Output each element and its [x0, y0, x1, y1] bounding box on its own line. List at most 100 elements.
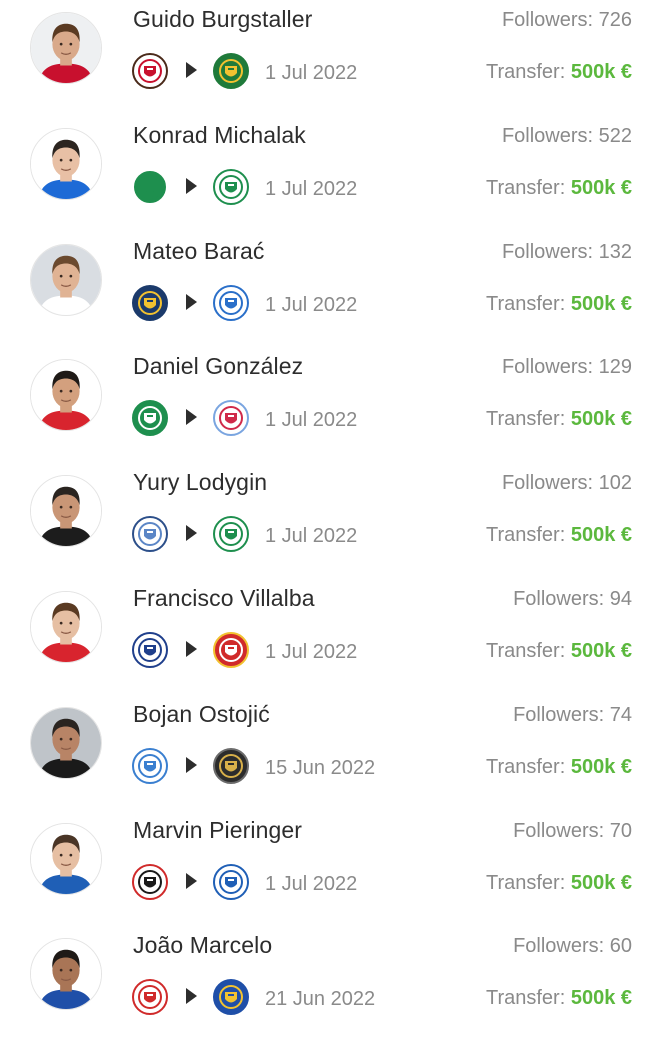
transfer-label: Transfer:	[485, 640, 566, 662]
transfer-label: Transfer:	[485, 987, 566, 1010]
player-row[interactable]: Marvin Pieringer Followers: 70 1 Jul 2022 T…	[0, 811, 662, 927]
transfer-fee: 500k €	[570, 61, 632, 83]
transfer-date: 1 Jul 2022	[265, 872, 358, 895]
pas-giannina-crest-icon	[131, 515, 169, 553]
transfer-arrow-icon	[186, 872, 197, 889]
player-name: Mateo Barać	[133, 237, 265, 264]
transfer-arrow-icon	[186, 293, 197, 310]
transfer-date: 1 Jul 2022	[265, 177, 358, 200]
transfer-arrow-icon	[186, 409, 197, 426]
transfer-label: Transfer:	[485, 61, 566, 83]
followers-count: Followers: 94	[513, 588, 632, 610]
player-name: Guido Burgstaller	[133, 6, 313, 32]
player-row[interactable]: Francisco Villalba Followers: 94 1 Jul 202…	[0, 579, 662, 695]
followers-count: Followers: 522	[501, 124, 632, 147]
player-avatar[interactable]	[30, 127, 102, 200]
player-name: Bojan Ostojić	[133, 700, 270, 727]
transfer-fee: 500k €	[570, 640, 632, 662]
transfer-fee-line: Transfer: 500k €	[486, 756, 632, 779]
player-avatar[interactable]	[30, 12, 102, 84]
transfer-fee: 500k €	[570, 176, 632, 199]
player-row[interactable]: Konrad Michalak Followers: 522 1 Jul 2022 T…	[0, 116, 662, 232]
schalke-crest-icon	[212, 863, 250, 901]
transfer-arrow-icon	[186, 641, 197, 657]
transfer-fee-line: Transfer: 500k €	[486, 524, 632, 547]
santiago-wanderers-crest-icon	[131, 399, 169, 437]
player-name: Marvin Pieringer	[133, 816, 303, 843]
player-transfer-list: Guido Burgstaller Followers: 726 1 Jul 202…	[0, 0, 662, 1033]
followers-count: Followers: 60	[513, 935, 632, 958]
panathinaikos-crest-icon	[212, 515, 250, 553]
transfer-date: 1 Jul 2022	[265, 293, 358, 316]
ferroviario-crest-icon	[131, 978, 169, 1016]
player-name: Francisco Villalba	[133, 585, 315, 611]
transfer-fee-line: Transfer: 500k €	[486, 293, 632, 316]
transfer-date: 1 Jul 2022	[265, 525, 358, 548]
buriram-crest-icon	[131, 747, 169, 785]
transfer-date: 15 Jun 2022	[265, 756, 376, 779]
transfer-arrow-icon	[186, 62, 197, 78]
transfer-fee: 500k €	[570, 755, 632, 778]
followers-count: Followers: 70	[513, 819, 632, 842]
kawasaki-frontale-crest-icon	[212, 747, 250, 785]
rayo-crest-icon	[212, 399, 250, 437]
transfer-fee-line: Transfer: 500k €	[486, 640, 632, 663]
player-row[interactable]: Daniel González Followers: 129 1 Jul 2022 T…	[0, 347, 662, 463]
player-row[interactable]: Bojan Ostojić Followers: 74 15 Jun 2022 Tra…	[0, 695, 662, 811]
transfer-arrow-icon	[186, 525, 197, 542]
transfer-fee: 500k €	[570, 524, 632, 547]
transfer-fee-line: Transfer: 500k €	[486, 177, 632, 200]
transfer-label: Transfer:	[485, 408, 566, 431]
transfer-fee: 500k €	[570, 871, 632, 894]
krylia-sovetov-crest-icon	[212, 284, 250, 322]
player-name: Yury Lodygin	[133, 469, 268, 496]
transfer-fee-line: Transfer: 500k €	[486, 872, 632, 895]
player-avatar[interactable]	[30, 359, 102, 432]
rostov-crest-icon	[131, 284, 169, 322]
transfer-arrow-icon	[186, 177, 197, 194]
player-row[interactable]: João Marcelo Followers: 60 21 Jun 2022 Tran…	[0, 926, 662, 1042]
player-row[interactable]: Guido Burgstaller Followers: 726 1 Jul 202…	[0, 0, 662, 116]
transfer-date: 1 Jul 2022	[265, 62, 358, 84]
followers-count: Followers: 74	[513, 703, 632, 726]
transfer-fee-line: Transfer: 500k €	[486, 61, 632, 84]
player-name: Daniel González	[133, 353, 304, 380]
transfer-label: Transfer:	[485, 524, 566, 547]
player-row[interactable]: Yury Lodygin Followers: 102 1 Jul 2022 Tran…	[0, 463, 662, 579]
transfer-fee: 500k €	[570, 987, 632, 1010]
followers-count: Followers: 132	[501, 240, 632, 263]
player-avatar[interactable]	[30, 706, 102, 779]
transfer-label: Transfer:	[485, 176, 566, 199]
transfer-label: Transfer:	[485, 871, 566, 894]
transfer-date: 21 Jun 2022	[265, 988, 376, 1011]
birmingham-crest-icon	[131, 631, 169, 669]
freiburg-crest-icon	[131, 863, 169, 901]
transfer-fee-line: Transfer: 500k €	[486, 987, 632, 1010]
followers-count: Followers: 129	[501, 356, 632, 379]
transfer-fee-line: Transfer: 500k €	[486, 408, 632, 431]
transfer-date: 1 Jul 2022	[265, 641, 358, 663]
transfer-date: 1 Jul 2022	[265, 409, 358, 432]
followers-count: Followers: 102	[501, 472, 632, 495]
player-name: Konrad Michalak	[133, 121, 306, 148]
transfer-fee: 500k €	[570, 408, 632, 431]
transfer-label: Transfer:	[485, 755, 566, 778]
st-pauli-crest-icon	[131, 52, 169, 90]
player-avatar[interactable]	[30, 938, 102, 1011]
followers-count: Followers: 726	[501, 9, 632, 31]
player-avatar[interactable]	[30, 475, 102, 548]
player-avatar[interactable]	[30, 243, 102, 316]
rapid-wien-crest-icon	[212, 52, 250, 90]
porto-crest-icon	[212, 978, 250, 1016]
player-row[interactable]: Mateo Barać Followers: 132 1 Jul 2022 Trans…	[0, 232, 662, 348]
player-avatar[interactable]	[30, 822, 102, 895]
player-name: João Marcelo	[133, 932, 273, 959]
transfer-arrow-icon	[186, 756, 197, 773]
transfer-arrow-icon	[186, 988, 197, 1005]
sporting-gijon-crest-icon	[212, 631, 250, 669]
konyaspor-crest-icon	[212, 168, 250, 206]
transfer-fee: 500k €	[570, 292, 632, 315]
player-avatar[interactable]	[30, 591, 102, 663]
transfer-label: Transfer:	[485, 292, 566, 315]
akhmat-crest-icon	[131, 168, 169, 206]
